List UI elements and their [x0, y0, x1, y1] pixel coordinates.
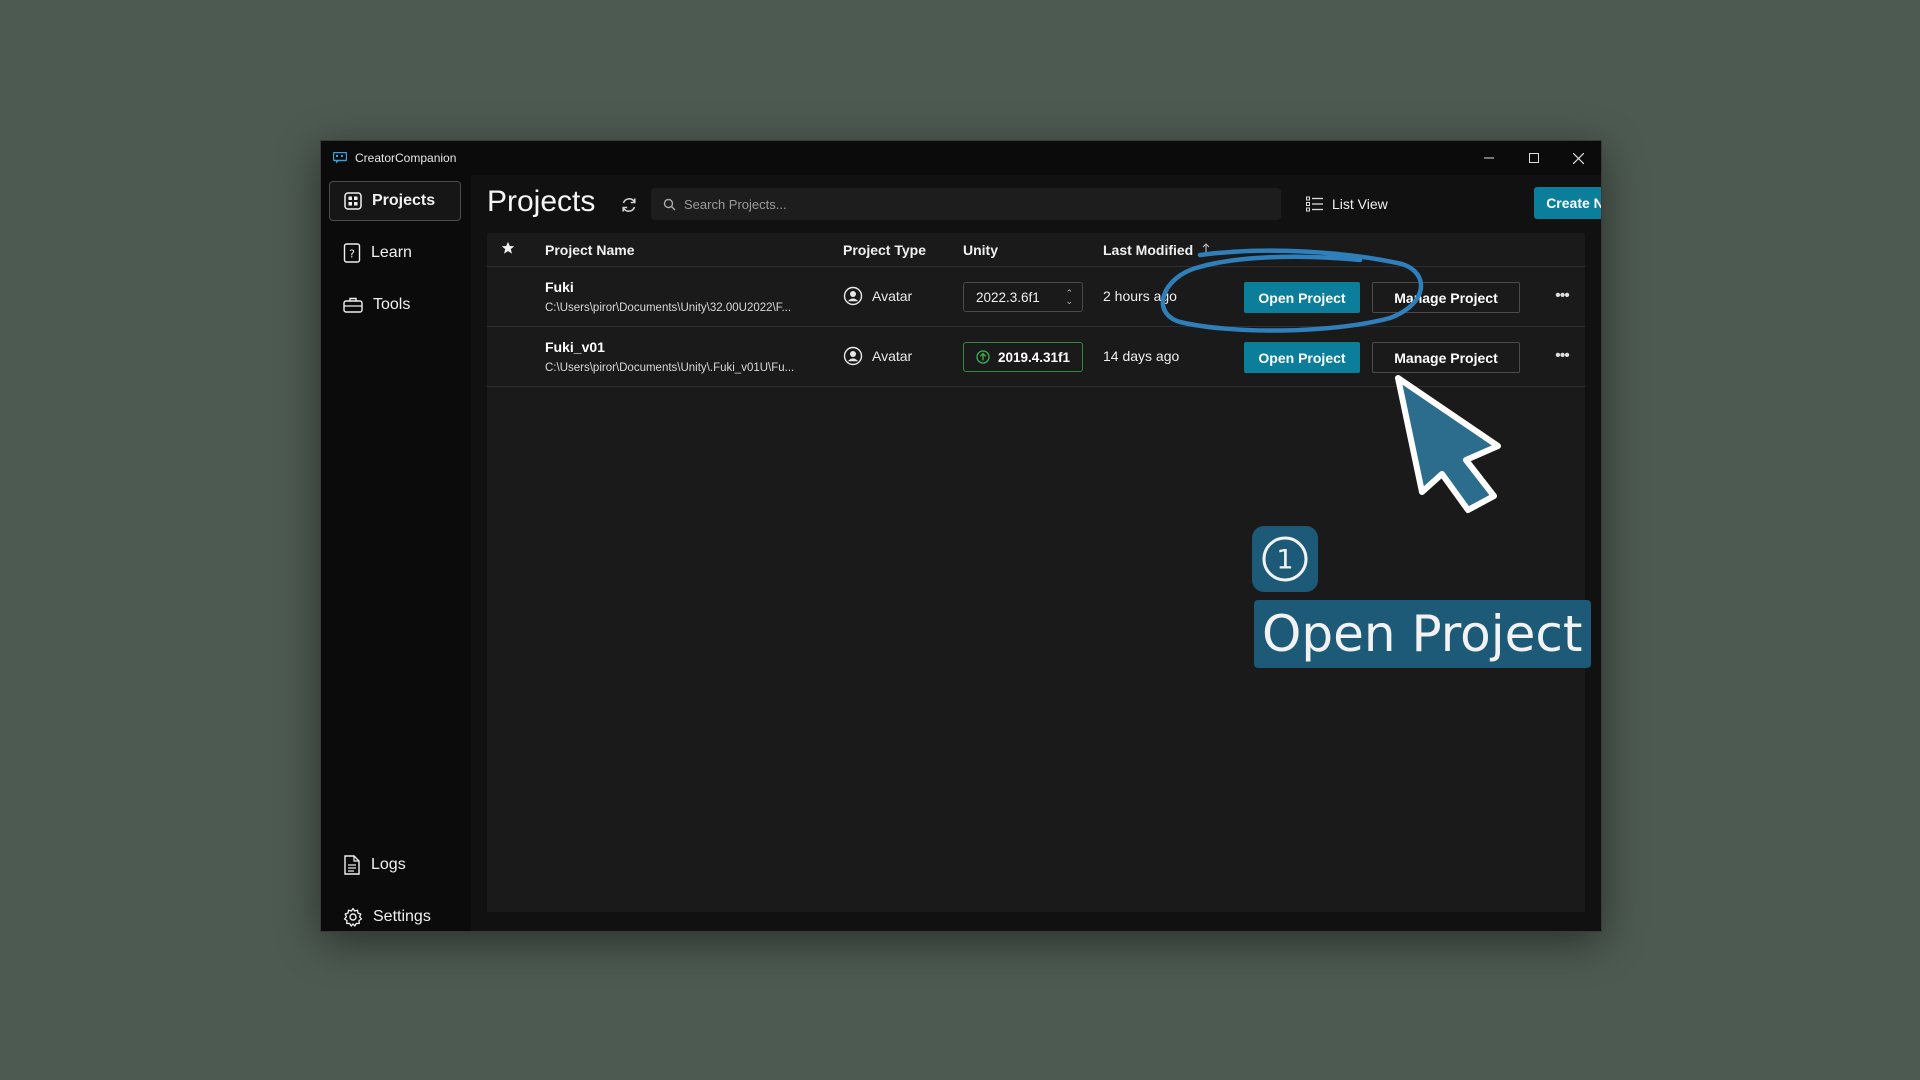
unity-upgrade-button[interactable]: 2019.4.31f1 [963, 342, 1083, 372]
toolbox-icon [343, 297, 363, 313]
minimize-button[interactable] [1466, 141, 1511, 175]
step-number-badge: 1 [1252, 526, 1318, 592]
more-options-icon[interactable]: ••• [1549, 283, 1575, 309]
project-name: Fuki_v01 [545, 339, 605, 355]
sidebar-item-label: Projects [372, 192, 436, 209]
refresh-icon[interactable] [619, 195, 639, 215]
sidebar-item-learn[interactable]: ? Learn [329, 233, 461, 273]
open-project-button[interactable]: Open Project [1244, 282, 1360, 313]
chevron-up-down-icon: ⌃ ⌄ [1065, 288, 1073, 306]
window-title: CreatorCompanion [355, 151, 457, 165]
sidebar-item-label: Tools [373, 296, 411, 313]
sidebar-item-logs[interactable]: Logs [329, 845, 461, 885]
unity-version-value: 2019.4.31f1 [997, 349, 1071, 365]
list-view-button[interactable]: List View [1306, 191, 1388, 217]
sidebar-item-tools[interactable]: Tools [329, 285, 461, 325]
app-window: CreatorCompanion Projects ? Learn Tools … [320, 140, 1602, 932]
projects-table: Project Name Project Type Unity Last Mod… [487, 233, 1585, 912]
project-type: Avatar [843, 346, 912, 366]
maximize-icon [1528, 153, 1539, 163]
list-view-label: List View [1332, 196, 1388, 212]
column-header-unity[interactable]: Unity [963, 242, 998, 258]
close-button[interactable] [1556, 141, 1601, 175]
search-icon [663, 198, 676, 210]
open-project-button[interactable]: Open Project [1244, 342, 1360, 373]
maximize-button[interactable] [1511, 141, 1556, 175]
table-row[interactable]: Fuki C:\Users\piror\Documents\Unity\32.0… [487, 267, 1585, 327]
upgrade-arrow-icon [976, 350, 990, 364]
svg-text:1: 1 [1276, 545, 1293, 576]
gear-icon [343, 907, 363, 927]
svg-text:?: ? [349, 248, 355, 261]
search-box[interactable] [651, 188, 1281, 220]
project-type-label: Avatar [872, 348, 913, 364]
avatar-icon [843, 286, 863, 306]
sidebar-item-label: Learn [371, 244, 412, 261]
search-input[interactable] [682, 195, 1266, 213]
sort-ascending-icon[interactable] [1202, 243, 1210, 254]
sidebar-item-label: Settings [373, 908, 431, 925]
last-modified: 2 hours ago [1103, 288, 1177, 304]
sidebar-item-label: Logs [371, 856, 406, 873]
project-type: Avatar [843, 286, 912, 306]
project-path: C:\Users\piror\Documents\Unity\32.00U202… [545, 302, 792, 314]
close-icon [1573, 152, 1584, 164]
step-number-icon: 1 [1262, 536, 1308, 582]
sidebar: Projects ? Learn Tools Logs Settings [321, 175, 471, 931]
column-header-last-modified[interactable]: Last Modified [1103, 242, 1193, 258]
grid-icon [344, 192, 362, 210]
more-options-icon[interactable]: ••• [1549, 343, 1575, 369]
star-icon[interactable] [501, 241, 515, 255]
manage-project-button[interactable]: Manage Project [1372, 282, 1520, 313]
avatar-icon [843, 346, 863, 366]
sidebar-item-projects[interactable]: Projects [329, 181, 461, 221]
help-book-icon: ? [343, 243, 361, 263]
page-title: Projects [487, 185, 596, 218]
sidebar-item-settings[interactable]: Settings [329, 897, 461, 931]
table-header: Project Name Project Type Unity Last Mod… [487, 233, 1585, 267]
column-header-name[interactable]: Project Name [545, 242, 634, 258]
step-label: Open Project [1254, 600, 1591, 668]
create-new-project-button[interactable]: Create New Project [1534, 187, 1601, 219]
project-name: Fuki [545, 279, 574, 295]
unity-version-select[interactable]: 2022.3.6f1 ⌃ ⌄ [963, 282, 1083, 312]
manage-project-button[interactable]: Manage Project [1372, 342, 1520, 373]
minimize-icon [1483, 157, 1494, 159]
list-icon [1306, 196, 1323, 212]
project-path: C:\Users\piror\Documents\Unity\.Fuki_v01… [545, 362, 795, 374]
app-logo-icon [333, 152, 347, 164]
column-header-type[interactable]: Project Type [843, 242, 926, 258]
last-modified: 14 days ago [1103, 348, 1180, 364]
document-icon [344, 855, 360, 875]
unity-version-value: 2022.3.6f1 [976, 289, 1040, 305]
project-type-label: Avatar [872, 288, 913, 304]
title-bar: CreatorCompanion [321, 141, 1601, 175]
table-row[interactable]: Fuki_v01 C:\Users\piror\Documents\Unity\… [487, 327, 1585, 387]
main-panel: Projects List View Create [471, 175, 1601, 931]
